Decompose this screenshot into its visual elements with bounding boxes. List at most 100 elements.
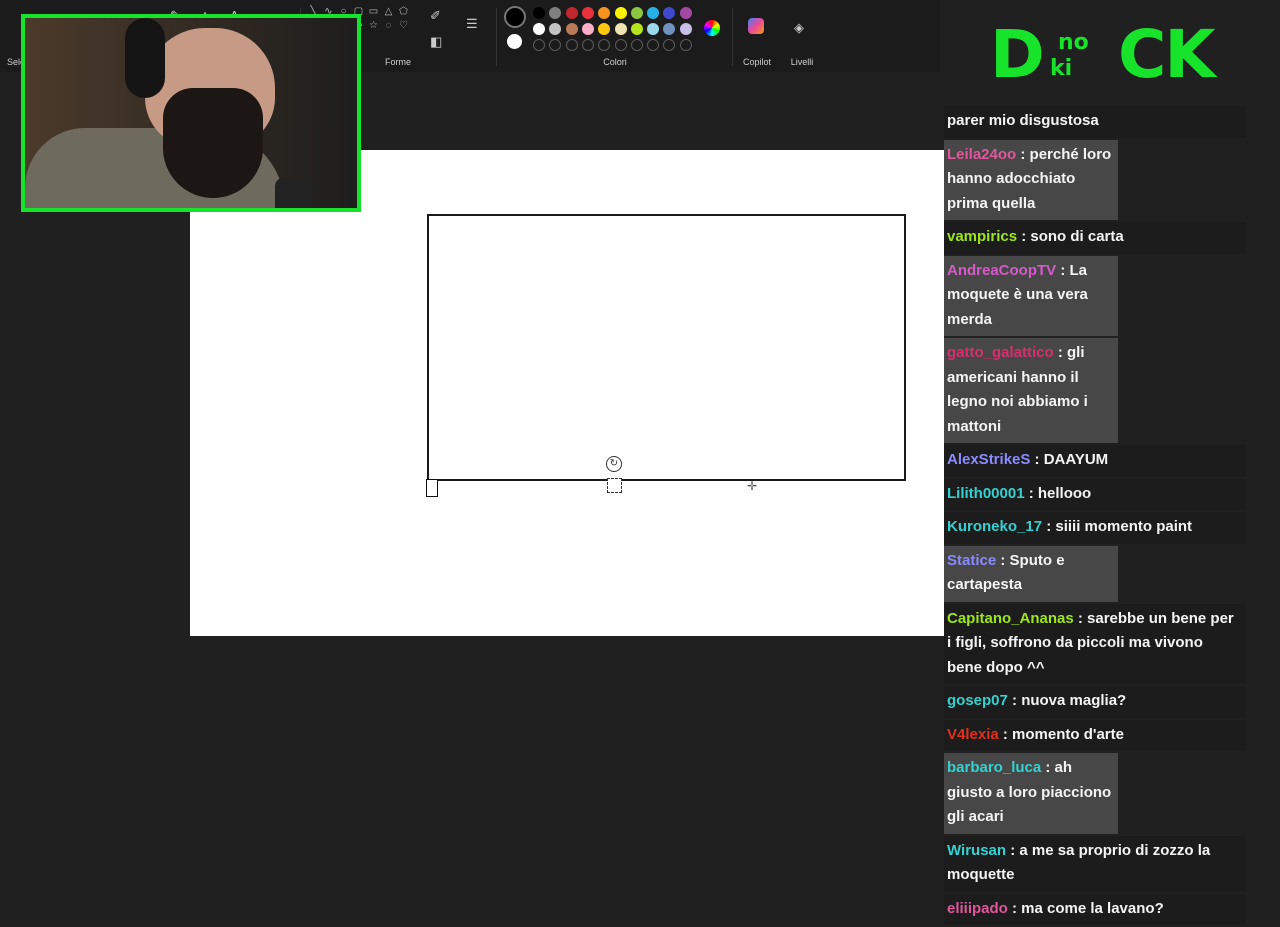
logo-small-bottom: ki	[1050, 56, 1073, 81]
logo-letter-left: D	[990, 16, 1045, 93]
layers-group-label: Livelli	[790, 57, 814, 67]
chat-text: : siiii momento paint	[1042, 518, 1193, 535]
triangle-shape-icon[interactable]: △	[383, 6, 394, 17]
chat-message: gatto_galattico : gli americani hanno il…	[944, 338, 1118, 443]
color-swatch[interactable]	[647, 7, 660, 19]
empty-color-slot[interactable]	[565, 39, 578, 51]
star-shape-icon[interactable]: ☆	[368, 20, 379, 31]
color-swatch[interactable]	[647, 23, 660, 35]
chat-message: Leila24oo : perché loro hanno adocchiato…	[944, 139, 1118, 220]
colors-group-label: Colori	[603, 57, 627, 67]
chat-message: Lilith00001 : hellooo	[944, 478, 1246, 510]
empty-color-slot[interactable]	[630, 39, 643, 51]
chat-username: V4lexia	[947, 725, 999, 743]
rounded-rect-shape-icon[interactable]: ▭	[368, 6, 379, 17]
chat-text: : nuova maglia?	[1007, 692, 1127, 709]
chat-text: : sono di carta	[1017, 228, 1124, 245]
chat-message: Wirusan : a me sa proprio di zozzo la mo…	[944, 835, 1246, 892]
empty-color-slot[interactable]	[598, 39, 611, 51]
color-swatch[interactable]	[663, 23, 676, 35]
primary-color[interactable]	[504, 6, 526, 28]
chat-message: barbaro_luca : ah giusto a loro piaccion…	[944, 753, 1118, 834]
chat-message: AlexStrikeS : DAAYUM	[944, 445, 1246, 477]
chat-message: eliiipado : ma come la lavano?	[944, 893, 1246, 925]
color-swatch[interactable]	[565, 7, 578, 19]
chat-message: V4lexia : momento d'arte	[944, 719, 1246, 751]
color-swatch[interactable]	[614, 7, 627, 19]
chat-username: Lilith00001	[947, 484, 1025, 502]
polygon-shape-icon[interactable]: ⬠	[398, 6, 409, 17]
chat-message: Kuroneko_17 : siiii momento paint	[944, 512, 1246, 544]
color-swatch[interactable]	[614, 23, 627, 35]
chat-username: AlexStrikeS	[947, 451, 1031, 468]
empty-color-slot[interactable]	[663, 39, 676, 51]
color-swatch[interactable]	[549, 7, 562, 19]
channel-logo: D no ki CK	[990, 20, 1245, 90]
color-swatch[interactable]	[663, 7, 676, 19]
color-swatch[interactable]	[598, 23, 611, 35]
color-swatch[interactable]	[679, 7, 692, 19]
empty-color-slot[interactable]	[679, 39, 692, 51]
crosshair-cursor-icon: ✛	[747, 479, 758, 493]
callout-shape-icon[interactable]: ◌	[383, 20, 394, 31]
empty-color-slot[interactable]	[614, 39, 627, 51]
chat-username: gatto_galattico	[947, 344, 1054, 361]
size-icon[interactable]: ☰	[466, 16, 478, 32]
chat-username: Capitano_Ananas	[947, 609, 1074, 627]
chat-username: gosep07	[947, 692, 1008, 709]
logo-letters-right: CK	[1118, 16, 1216, 93]
chat-text: : ma come la lavano?	[1007, 899, 1164, 917]
chat-text: : hellooo	[1024, 484, 1092, 502]
chat-message: Capitano_Ananas : sarebbe un bene per i …	[944, 603, 1246, 684]
microphone-icon	[275, 178, 315, 208]
chat-username: Statice	[947, 551, 997, 569]
chat-username: AndreaCoopTV	[947, 261, 1057, 279]
separator	[496, 8, 497, 66]
drawn-rectangle[interactable]	[427, 214, 906, 481]
color-swatch[interactable]	[549, 23, 562, 35]
chat-username: Leila24oo	[947, 145, 1017, 163]
chat-message: parer mio disgustosa	[944, 106, 1246, 138]
color-swatch[interactable]	[581, 7, 594, 19]
chat-username: barbaro_luca	[947, 759, 1042, 776]
fill-style-icon[interactable]: ◧	[430, 34, 442, 50]
color-swatch[interactable]	[679, 23, 692, 35]
layers-icon[interactable]: ◈	[794, 20, 804, 36]
copilot-icon[interactable]	[748, 18, 764, 34]
chat-username: Wirusan	[947, 841, 1007, 859]
rotate-handle-icon[interactable]: ↻	[606, 456, 622, 472]
color-swatch[interactable]	[533, 23, 545, 35]
color-swatch[interactable]	[565, 23, 578, 35]
empty-color-slot[interactable]	[549, 39, 562, 51]
color-swatch[interactable]	[630, 7, 643, 19]
empty-color-slot[interactable]	[581, 39, 594, 51]
separator	[732, 8, 733, 66]
heart-shape-icon[interactable]: ♡	[398, 20, 409, 31]
webcam-overlay	[21, 14, 361, 212]
webcam-person-beard	[163, 88, 263, 198]
color-swatch[interactable]	[533, 7, 545, 19]
chat-text: parer mio disgustosa	[947, 112, 1099, 129]
chat-username: vampirics	[947, 228, 1018, 245]
shapes-group-label: Forme	[384, 57, 411, 67]
chat-text: : momento d'arte	[998, 725, 1124, 743]
chat-text: : DAAYUM	[1030, 451, 1109, 468]
chat-username: Kuroneko_17	[947, 518, 1043, 535]
resize-handle-middle[interactable]	[607, 478, 622, 493]
chat-message: gosep07 : nuova maglia?	[944, 686, 1246, 718]
chat-message: vampirics : sono di carta	[944, 222, 1246, 254]
chat-message: Statice : Sputo e cartapesta	[944, 545, 1118, 602]
resize-handle-corner[interactable]	[426, 479, 438, 497]
color-swatch[interactable]	[598, 7, 611, 19]
color-swatch[interactable]	[630, 23, 643, 35]
chat-message: AndreaCoopTV : La moquete è una vera mer…	[944, 255, 1118, 336]
headset-icon	[125, 18, 165, 98]
empty-color-slot[interactable]	[647, 39, 660, 51]
chat-overlay: parer mio disgustosa Leila24oo : perché l…	[944, 106, 1246, 927]
color-picker-icon[interactable]	[704, 20, 720, 36]
empty-color-slot[interactable]	[533, 39, 545, 51]
outline-icon[interactable]: ✐	[430, 8, 441, 24]
chat-username: eliiipado	[947, 899, 1008, 917]
secondary-color[interactable]	[507, 34, 522, 49]
color-swatch[interactable]	[581, 23, 594, 35]
